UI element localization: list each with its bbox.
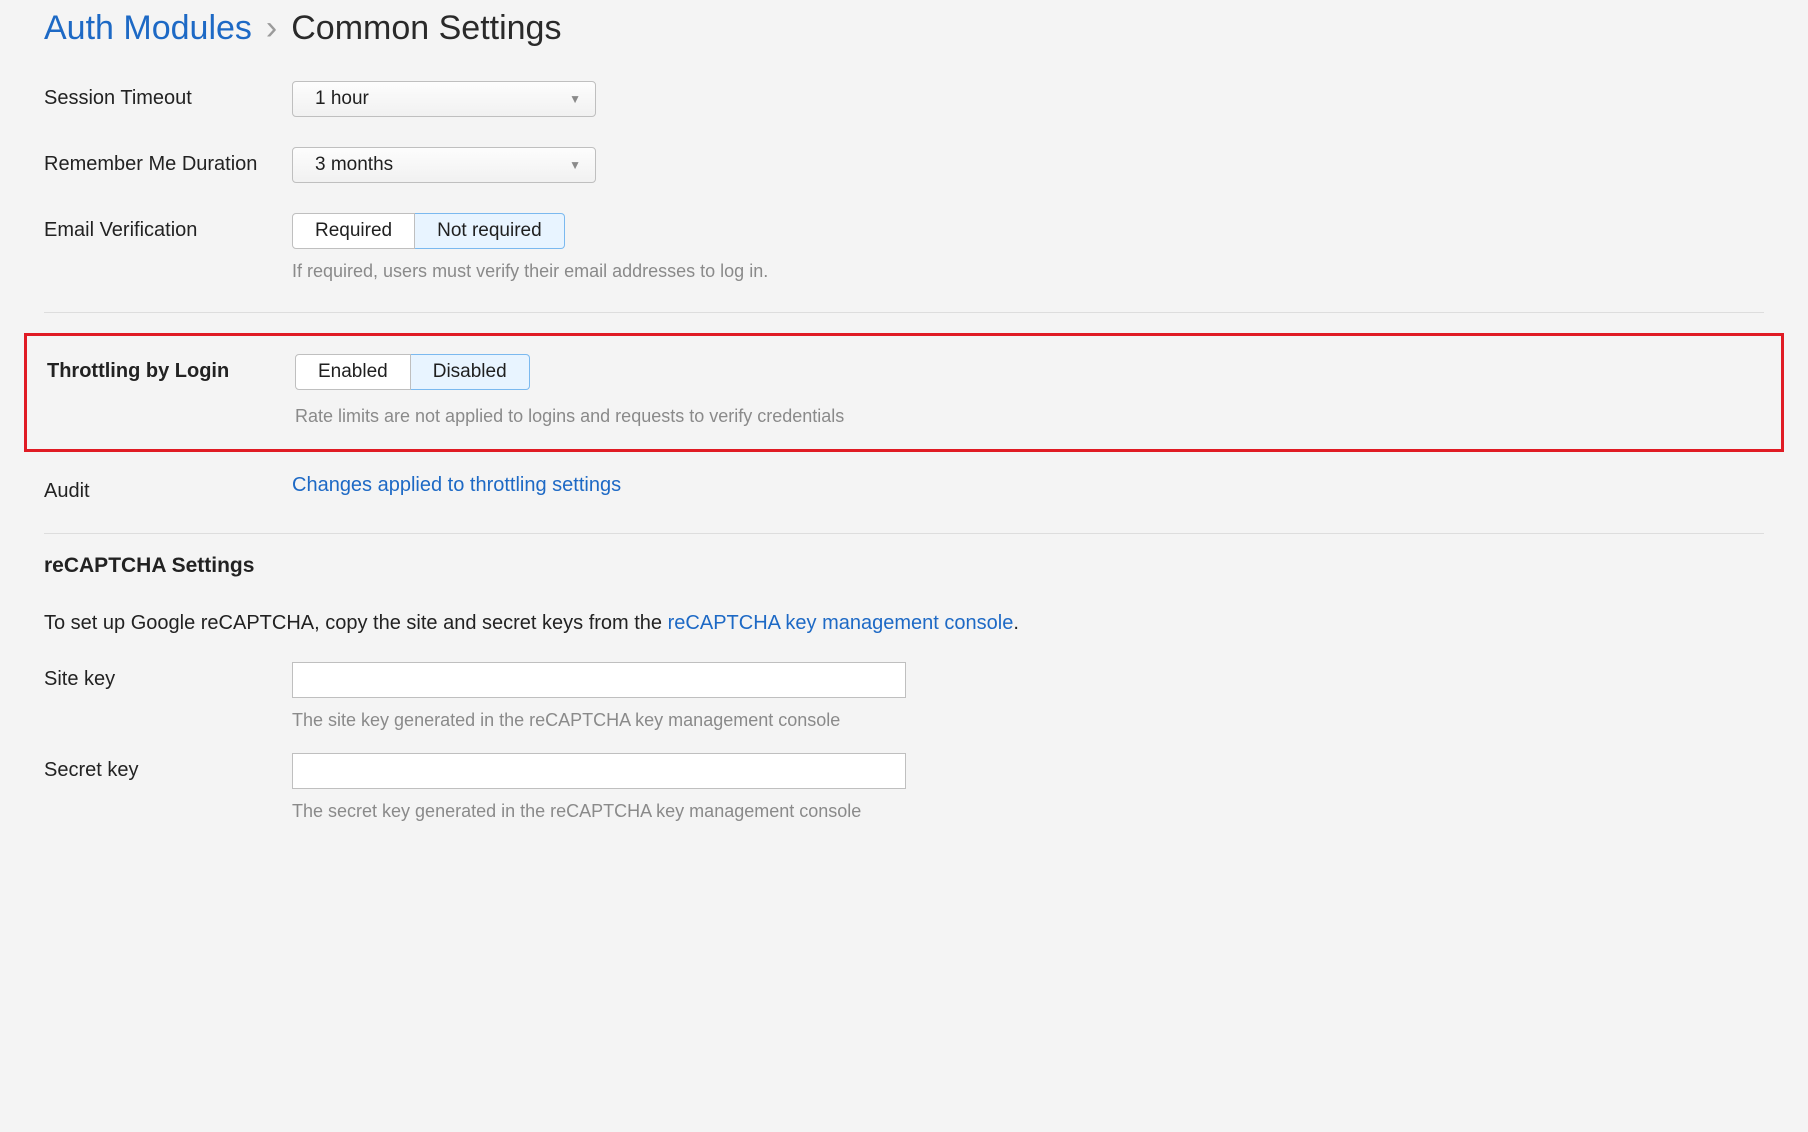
session-timeout-value: 1 hour <box>315 88 369 110</box>
recaptcha-intro-pre: To set up Google reCAPTCHA, copy the sit… <box>44 612 668 634</box>
row-email-verification: Email Verification Required Not required… <box>0 213 1808 282</box>
row-remember-me: Remember Me Duration 3 months ▼ <box>0 147 1808 183</box>
email-verification-toggle: Required Not required <box>292 213 565 249</box>
email-verification-hint: If required, users must verify their ema… <box>292 261 1764 282</box>
caret-down-icon: ▼ <box>569 158 581 172</box>
throttling-label: Throttling by Login <box>47 354 295 383</box>
site-key-hint: The site key generated in the reCAPTCHA … <box>292 710 1764 731</box>
audit-link[interactable]: Changes applied to throttling settings <box>292 474 621 496</box>
throttling-hint: Rate limits are not applied to logins an… <box>295 406 1761 427</box>
recaptcha-console-link[interactable]: reCAPTCHA key management console <box>668 612 1014 634</box>
row-secret-key: Secret key The secret key generated in t… <box>0 753 1808 822</box>
row-site-key: Site key The site key generated in the r… <box>0 662 1808 731</box>
remember-me-select[interactable]: 3 months ▼ <box>292 147 596 183</box>
secret-key-hint: The secret key generated in the reCAPTCH… <box>292 801 1764 822</box>
throttling-enabled-button[interactable]: Enabled <box>295 354 411 390</box>
remember-me-label: Remember Me Duration <box>44 147 292 176</box>
session-timeout-label: Session Timeout <box>44 81 292 110</box>
throttling-toggle: Enabled Disabled <box>295 354 530 390</box>
row-audit: Audit Changes applied to throttling sett… <box>0 474 1808 503</box>
divider <box>44 533 1764 534</box>
recaptcha-intro: To set up Google reCAPTCHA, copy the sit… <box>0 608 1808 638</box>
secret-key-label: Secret key <box>44 753 292 782</box>
breadcrumb: Auth Modules › Common Settings <box>0 8 1808 81</box>
site-key-input[interactable] <box>292 662 906 698</box>
email-verification-label: Email Verification <box>44 213 292 242</box>
audit-label: Audit <box>44 474 292 503</box>
recaptcha-heading: reCAPTCHA Settings <box>0 554 1808 578</box>
throttling-disabled-button[interactable]: Disabled <box>411 354 530 390</box>
site-key-label: Site key <box>44 662 292 691</box>
caret-down-icon: ▼ <box>569 92 581 106</box>
breadcrumb-link-auth-modules[interactable]: Auth Modules <box>44 8 252 49</box>
remember-me-value: 3 months <box>315 154 393 176</box>
email-verification-not-required-button[interactable]: Not required <box>415 213 565 249</box>
page-title: Common Settings <box>291 8 561 49</box>
session-timeout-select[interactable]: 1 hour ▼ <box>292 81 596 117</box>
row-session-timeout: Session Timeout 1 hour ▼ <box>0 81 1808 117</box>
recaptcha-intro-post: . <box>1013 612 1019 634</box>
chevron-right-icon: › <box>266 8 277 49</box>
throttling-highlight: Throttling by Login Enabled Disabled Rat… <box>24 333 1784 452</box>
email-verification-required-button[interactable]: Required <box>292 213 415 249</box>
secret-key-input[interactable] <box>292 753 906 789</box>
divider <box>44 312 1764 313</box>
